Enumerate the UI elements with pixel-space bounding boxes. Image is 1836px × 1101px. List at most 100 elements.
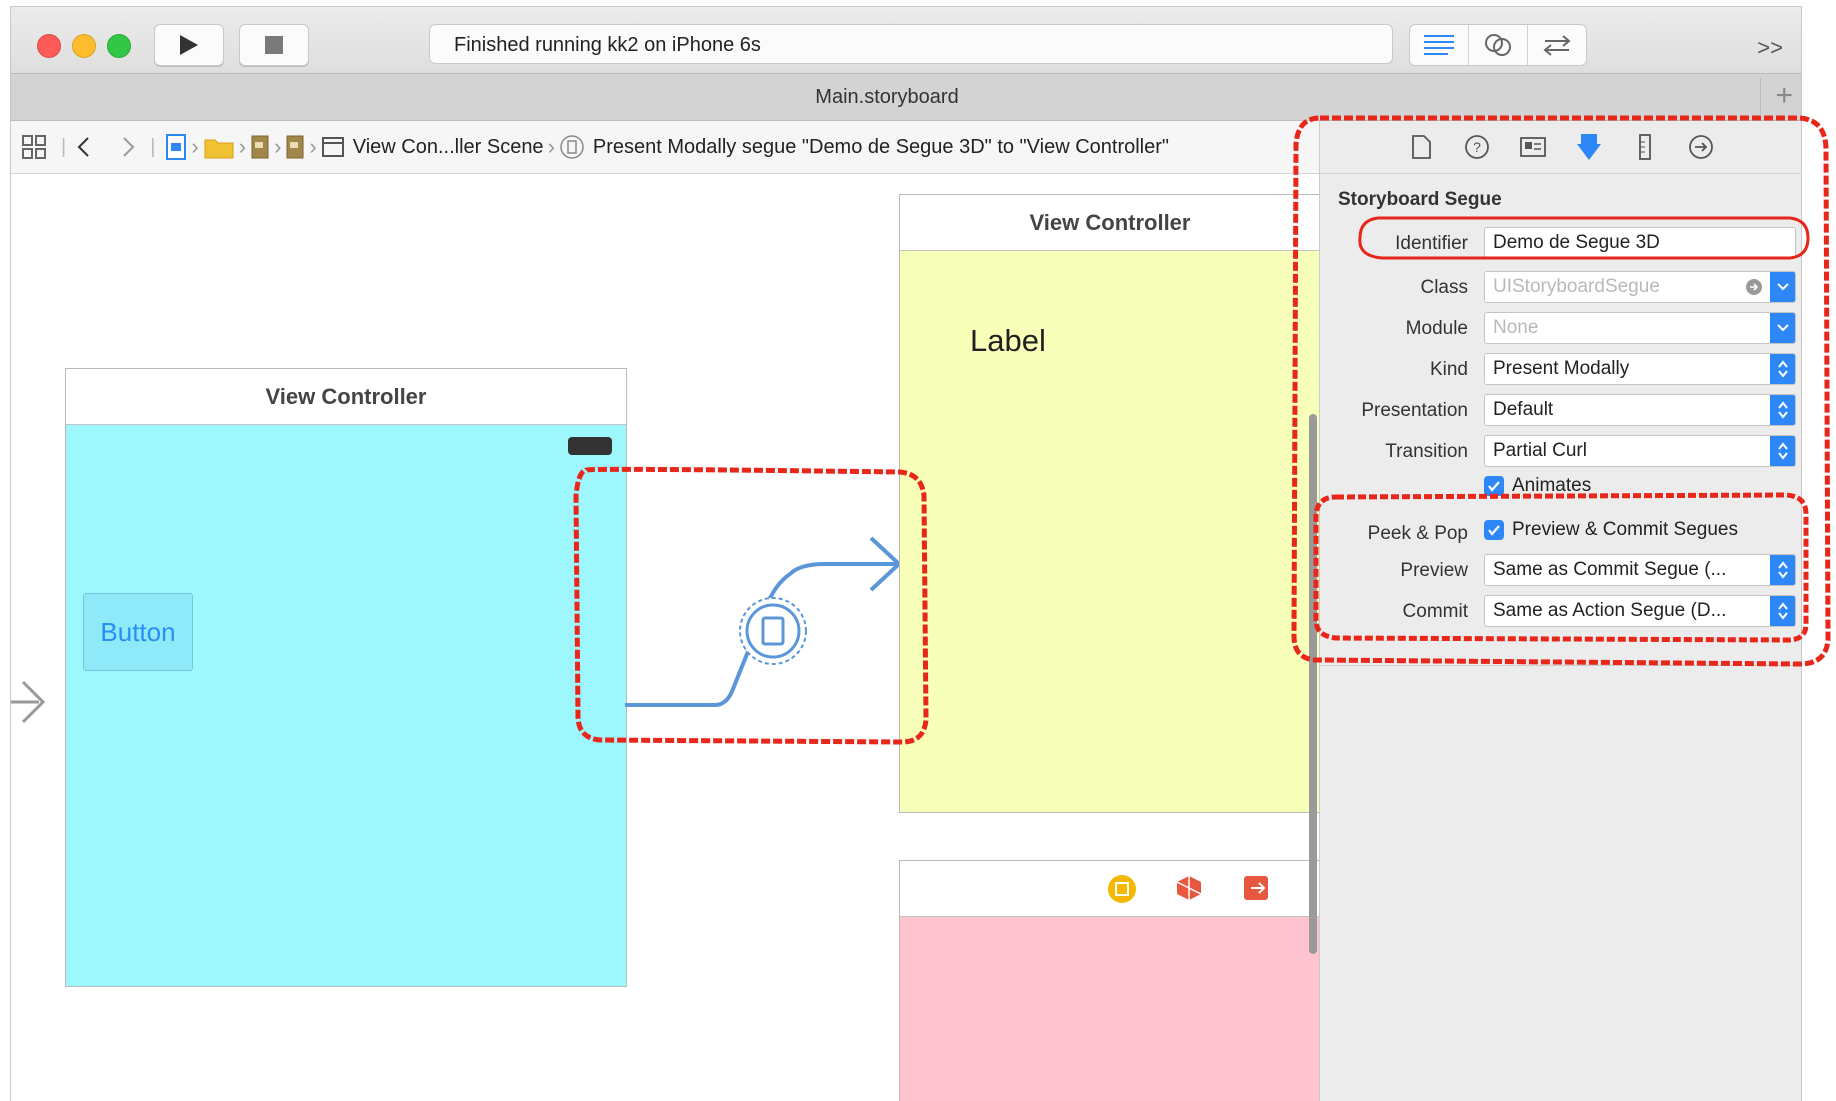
commit-row: Commit Same as Action Segue (D... <box>1320 595 1801 629</box>
segue-icon <box>559 134 585 160</box>
animates-checkbox[interactable]: Animates <box>1484 475 1591 497</box>
module-label: Module <box>1405 318 1468 339</box>
chevron-updown-icon <box>1778 360 1788 378</box>
class-dropdown-button[interactable] <box>1770 272 1795 302</box>
forward-arrow-icon[interactable] <box>120 135 136 159</box>
attributes-inspector: ? Storyboard Segue Identifier Demo de Se… <box>1319 121 1801 1101</box>
standard-editor-button[interactable] <box>1410 25 1469 65</box>
connections-inspector-icon[interactable] <box>1685 131 1717 163</box>
toolbar: Finished running kk2 on iPhone 6s >> <box>11 7 1801 73</box>
kind-popup[interactable]: Present Modally <box>1484 353 1796 385</box>
folder-icon[interactable] <box>203 134 235 160</box>
canvas-scrollbar[interactable] <box>1309 414 1317 954</box>
chevron-updown-icon <box>1778 401 1788 419</box>
scene-icon <box>321 135 345 159</box>
segue-connection[interactable] <box>625 474 925 734</box>
chevron-updown-icon <box>1778 442 1788 460</box>
quick-help-icon[interactable]: ? <box>1461 131 1493 163</box>
presentation-value: Default <box>1493 399 1554 420</box>
xcode-window: Finished running kk2 on iPhone 6s >> Mai… <box>10 6 1802 1101</box>
checkmark-icon <box>1484 520 1504 540</box>
class-field[interactable]: UIStoryboardSegue <box>1484 271 1796 303</box>
view-controller-scene-3[interactable] <box>899 860 1319 1101</box>
class-label: Class <box>1420 277 1468 298</box>
presentation-label: Presentation <box>1361 400 1468 421</box>
stop-button[interactable] <box>239 24 309 66</box>
preview-row: Preview Same as Commit Segue (... <box>1320 554 1801 588</box>
class-row: Class UIStoryboardSegue <box>1320 271 1801 305</box>
kind-label: Kind <box>1429 359 1468 380</box>
toolbar-overflow-button[interactable]: >> <box>1757 35 1783 61</box>
peekpop-checkbox[interactable]: Preview & Commit Segues <box>1484 519 1738 541</box>
close-window-button[interactable] <box>37 34 61 58</box>
view-controller-icon[interactable] <box>1106 873 1138 905</box>
back-arrow-icon[interactable] <box>76 135 92 159</box>
vc3-scene-dock <box>900 861 1319 917</box>
presentation-stepper[interactable] <box>1770 395 1795 425</box>
kind-row: Kind Present Modally <box>1320 353 1801 387</box>
kind-stepper[interactable] <box>1770 354 1795 384</box>
vc2-title: View Controller <box>900 195 1319 251</box>
vc2-view[interactable]: Label <box>900 251 1319 812</box>
assistant-editor-button[interactable] <box>1469 25 1528 65</box>
jumpbar-segue[interactable]: Present Modally segue "Demo de Segue 3D"… <box>593 136 1169 159</box>
view-controller-scene-2[interactable]: View Controller Label <box>899 194 1319 813</box>
version-editor-button[interactable] <box>1528 25 1586 65</box>
class-placeholder: UIStoryboardSegue <box>1493 276 1660 297</box>
transition-label: Transition <box>1385 441 1468 462</box>
file-inspector-icon[interactable] <box>1405 131 1437 163</box>
inspector-divider <box>1320 665 1801 666</box>
vc1-view[interactable]: Button <box>66 425 626 986</box>
preview-value: Same as Commit Segue (... <box>1493 559 1727 580</box>
checkmark-icon <box>1484 476 1504 496</box>
related-items-icon[interactable] <box>21 134 47 160</box>
preview-popup[interactable]: Same as Commit Segue (... <box>1484 554 1796 586</box>
tab-main-storyboard[interactable]: Main.storyboard <box>11 86 1763 109</box>
run-button[interactable] <box>154 24 224 66</box>
storyboard-file-icon[interactable] <box>250 134 270 160</box>
section-title: Storyboard Segue <box>1338 189 1502 210</box>
transition-row: Transition Partial Curl <box>1320 435 1801 469</box>
commit-popup[interactable]: Same as Action Segue (D... <box>1484 595 1796 627</box>
preview-stepper[interactable] <box>1770 555 1795 585</box>
commit-value: Same as Action Segue (D... <box>1493 600 1727 621</box>
project-file-icon[interactable] <box>165 133 187 161</box>
module-dropdown-button[interactable] <box>1770 313 1795 343</box>
vc3-view[interactable] <box>900 917 1319 1101</box>
peekpop-check-label: Preview & Commit Segues <box>1512 519 1738 540</box>
storyboard-button[interactable]: Button <box>83 593 193 671</box>
jumpbar-scene[interactable]: View Con...ller Scene <box>353 136 544 159</box>
storyboard-canvas[interactable]: View Controller Button View Controller L… <box>11 174 1319 1101</box>
minimize-window-button[interactable] <box>72 34 96 58</box>
storyboard-label[interactable]: Label <box>970 323 1046 359</box>
assistant-editor-icon <box>1485 34 1511 56</box>
size-inspector-icon[interactable] <box>1629 131 1661 163</box>
peekpop-label: Peek & Pop <box>1367 523 1468 544</box>
module-placeholder: None <box>1493 317 1539 338</box>
svg-text:?: ? <box>1473 139 1481 155</box>
module-row: Module None <box>1320 312 1801 346</box>
go-to-class-icon[interactable] <box>1745 278 1763 296</box>
zoom-window-button[interactable] <box>107 34 131 58</box>
identifier-field[interactable]: Demo de Segue 3D <box>1484 227 1796 259</box>
editor-mode-control <box>1409 24 1587 66</box>
jump-bar: | | › › › › View Con...ller Scene › Pres… <box>11 121 1319 174</box>
commit-stepper[interactable] <box>1770 596 1795 626</box>
identity-inspector-icon[interactable] <box>1517 131 1549 163</box>
battery-icon <box>568 437 612 455</box>
attributes-inspector-icon[interactable] <box>1573 131 1605 163</box>
transition-stepper[interactable] <box>1770 436 1795 466</box>
exit-icon[interactable] <box>1242 873 1272 903</box>
vc1-title: View Controller <box>66 369 626 425</box>
new-tab-button[interactable]: + <box>1760 78 1793 114</box>
transition-popup[interactable]: Partial Curl <box>1484 435 1796 467</box>
view-controller-scene-1[interactable]: View Controller Button <box>65 368 627 987</box>
chevron-updown-icon <box>1778 561 1788 579</box>
play-icon <box>180 35 198 55</box>
module-field[interactable]: None <box>1484 312 1796 344</box>
transition-value: Partial Curl <box>1493 440 1587 461</box>
storyboard-base-icon[interactable] <box>285 134 305 160</box>
presentation-popup[interactable]: Default <box>1484 394 1796 426</box>
first-responder-icon[interactable] <box>1174 873 1204 903</box>
version-editor-icon <box>1543 35 1571 56</box>
